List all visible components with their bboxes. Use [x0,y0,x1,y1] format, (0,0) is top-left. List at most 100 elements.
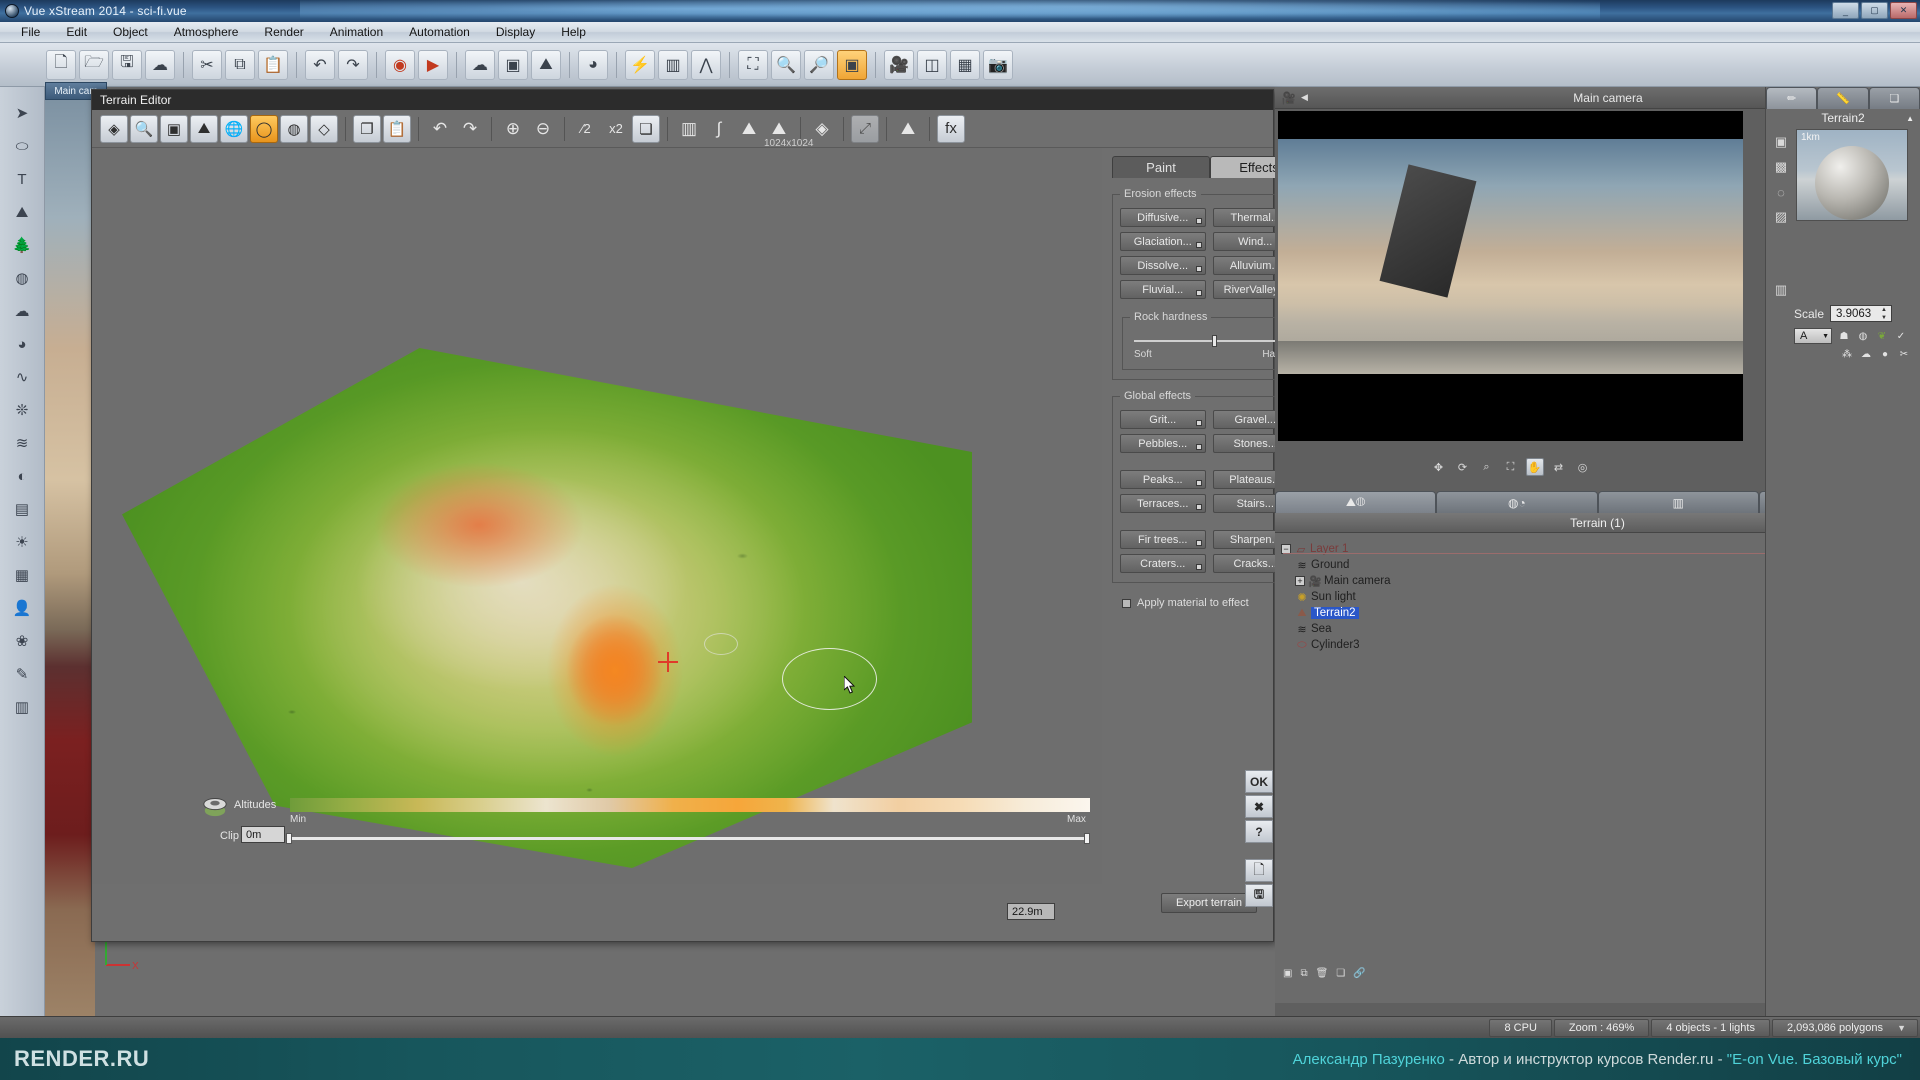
zoom-region-icon[interactable]: ⛶ [738,49,768,80]
clip-min-handle[interactable] [286,833,292,844]
check-icon[interactable]: ✓ [1894,329,1908,343]
histogram-icon[interactable]: ▥ [675,115,703,143]
terrain-filter-gear-icon[interactable]: ⛰ [735,115,763,143]
collapse-arrow-icon[interactable]: ▲ [1906,114,1914,123]
cut-scissors-icon[interactable]: ✂ [192,49,222,80]
new-preset-button[interactable]: 🗋 [1245,859,1273,882]
checker-fx-icon[interactable]: fx [937,114,965,143]
effect-fluvial-button[interactable]: Fluvial... [1120,280,1206,299]
menu-atmosphere[interactable]: Atmosphere [161,23,252,41]
plant-icon[interactable]: ❀ [9,629,35,653]
cube-icon[interactable]: ▣ [498,49,528,80]
effect-craters-button[interactable]: Craters... [1120,554,1206,573]
mountain-icon[interactable]: ⛰ [9,200,35,224]
layer-select-dropdown[interactable]: A ▼ [1794,328,1832,344]
fit-icon[interactable]: ⛶ [1502,458,1520,476]
chart-bars-icon[interactable]: ▥ [658,49,688,80]
ball-icon[interactable]: ● [1878,347,1892,361]
terrain-editor-window[interactable]: Terrain Editor ◈ 🔍 ▣ ⛰ 🌐 ◯ ◍ ◇ ❐ 📋 ↶ ↷ ⊕… [91,89,1308,942]
person-icon[interactable]: ⁂ [1840,347,1854,361]
pan-icon[interactable]: ✥ [1430,458,1448,476]
pen-icon[interactable]: ✎ [9,662,35,686]
tab-library[interactable]: ▥ [1597,491,1759,513]
lightning-icon[interactable]: ⚡ [625,49,655,80]
rock-hardness-knob[interactable] [1212,335,1217,347]
export-terrain-button[interactable]: Export terrain [1160,893,1258,913]
terrain-2d-icon[interactable]: ⛰ [894,115,922,143]
view-grid-icon[interactable]: ▦ [950,49,980,80]
zoom-icon[interactable]: ⌕ [1478,458,1496,476]
prev-camera-arrow[interactable]: ◀ [1301,92,1308,103]
minimize-button[interactable]: _ [1832,2,1859,19]
cloud-icon[interactable]: ☁ [1859,347,1873,361]
rock-hardness-slider[interactable] [1134,335,1284,347]
paste-icon[interactable]: 📋 [258,49,288,80]
terrain-select-icon[interactable]: ◈ [100,114,128,143]
material-sphere-icon[interactable]: ◕ [578,49,608,80]
tab-edit-pencil[interactable]: ✏ [1766,87,1818,109]
flip-icon[interactable]: ⇄ [1550,458,1568,476]
box-icon[interactable]: ▥ [9,695,35,719]
copy-pages-icon[interactable]: ❐ [353,114,381,143]
atmosphere-cloud-icon[interactable]: ☁ [465,49,495,80]
rocks-icon[interactable]: ⛰ [190,114,218,143]
clip-range-slider[interactable] [284,833,1096,844]
status-dropdown-arrow[interactable]: ▼ [1897,1023,1906,1033]
ghost-icon[interactable]: ☗ [1837,329,1851,343]
grid-icon[interactable]: ▦ [9,563,35,587]
expander-icon[interactable]: + [1295,576,1305,586]
menu-render[interactable]: Render [251,23,316,41]
scale-input[interactable]: 3.9063 ▲ ▼ [1830,305,1893,322]
zoom-out-icon[interactable]: ⊖ [529,115,557,143]
heightfield-icon[interactable]: ▣ [160,114,188,143]
zoom-in-icon[interactable]: ⊕ [499,115,527,143]
cylinder-primitive-icon[interactable]: ⬭ [9,134,35,158]
help-button[interactable]: ? [1245,820,1273,843]
tool-icon[interactable]: ✂ [1897,347,1911,361]
zoom-in-icon[interactable]: 🔍 [771,49,801,80]
undo-arrow-icon[interactable]: ↶ [305,49,335,80]
color-dots-icon[interactable]: ◌ [1771,183,1791,201]
paste-clipboard-icon[interactable]: 📋 [383,114,411,143]
snapshot-icon[interactable]: 📷 [983,49,1013,80]
tab-world-browser[interactable]: ⛰◍ [1275,491,1437,513]
cloud-icon[interactable]: ☁ [145,49,175,80]
status-zoom[interactable]: Zoom : 469% [1553,1018,1650,1037]
apply-material-checkbox[interactable] [1122,598,1131,608]
rough-sphere-icon[interactable]: ◍ [280,114,308,143]
preview-scale-label[interactable]: 1km [1801,132,1820,143]
tab-paint[interactable]: Paint [1112,156,1210,178]
motion-icon[interactable]: ⋀ [691,49,721,80]
plant-icon[interactable]: ❦ [1875,329,1889,343]
duplicate-icon[interactable]: ⧉ [1300,968,1307,979]
new-layer-icon[interactable]: ▣ [1283,968,1292,979]
clip-max-value-field[interactable]: 22.9m [1007,903,1055,920]
window-controls[interactable]: _ ▢ ✕ [1832,2,1917,19]
menu-file[interactable]: File [8,23,53,41]
save-disk-icon[interactable]: 🖫 [112,49,142,80]
tab-copies[interactable]: ❏ [1868,87,1920,109]
menu-animation[interactable]: Animation [317,23,396,41]
mirror-icon[interactable]: ⤢ [851,114,879,143]
menu-automation[interactable]: Automation [396,23,483,41]
checker-material-icon[interactable]: ▩ [1771,158,1791,176]
clip-min-field[interactable]: 0m [241,826,285,843]
select-arrow-icon[interactable]: ➤ [9,101,35,125]
camera-preview-render[interactable] [1278,111,1743,441]
rock-icon[interactable]: ◕ [9,332,35,356]
layout-icon[interactable]: ◫ [917,49,947,80]
new-document-icon[interactable]: 🗋 [46,49,76,80]
effect-terraces-button[interactable]: Terraces... [1120,494,1206,513]
hand-tool-icon[interactable]: ✋ [1525,458,1544,476]
tab-materials[interactable]: ◍◔ [1436,491,1598,513]
effect-diffusive-button[interactable]: Diffusive... [1120,208,1206,227]
flat-terrain-icon[interactable]: ◇ [310,114,338,143]
maximize-button[interactable]: ▢ [1861,2,1888,19]
scale-stepper[interactable]: ▲ ▼ [1881,307,1890,321]
cloud-tool-icon[interactable]: ☁ [9,299,35,323]
close-button[interactable]: ✕ [1890,2,1917,19]
curve-icon[interactable]: ∫ [705,115,733,143]
sphere-icon[interactable]: ◍ [9,266,35,290]
ok-button[interactable]: OK [1245,770,1273,793]
undo-arrow-icon[interactable]: ↶ [426,115,454,143]
